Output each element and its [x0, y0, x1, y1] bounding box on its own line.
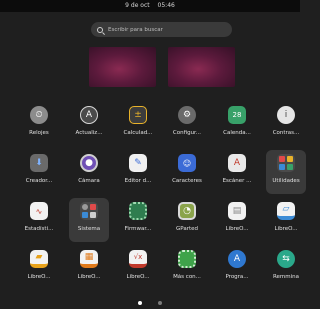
app-gparted[interactable]: ◔ GParted: [167, 202, 207, 233]
app-libreoffice[interactable]: ▤ LibreO...: [217, 202, 257, 233]
app-label: Configur...: [172, 130, 202, 136]
system-folder-icon: [80, 202, 98, 220]
app-label: LibreO...: [27, 274, 51, 280]
page-dot-2[interactable]: [157, 301, 162, 305]
app-libreoffice-impress[interactable]: ▰ LibreO...: [19, 250, 59, 281]
app-escaner[interactable]: A Escáner ...: [217, 154, 257, 185]
app-label: Remmina: [272, 274, 300, 280]
folder-sistema[interactable]: Sistema: [69, 198, 109, 242]
libreoffice-calc-icon: √x: [129, 250, 147, 268]
app-label: Calenda...: [223, 130, 251, 136]
app-label: Progra...: [225, 274, 249, 280]
app-label: Escáner ...: [222, 178, 252, 184]
libreoffice-impress-icon: ▰: [30, 250, 48, 268]
gparted-icon: ◔: [178, 202, 196, 220]
search-field[interactable]: Escribir para buscar: [91, 22, 232, 37]
firmware-chip-icon: [129, 202, 147, 220]
app-calculadora[interactable]: ± Calculad...: [118, 106, 158, 137]
text-editor-icon: ✎: [129, 154, 147, 172]
topbar-time: 05:46: [157, 2, 175, 9]
folder-utilidades[interactable]: Utilidades: [266, 150, 306, 194]
characters-icon: ☺: [178, 154, 196, 172]
search-icon: [97, 26, 103, 33]
app-label: Actualiz...: [75, 130, 103, 136]
app-label: Más con...: [173, 274, 201, 280]
app-contrasenas[interactable]: i Contras...: [266, 106, 306, 137]
app-editor[interactable]: ✎ Editor d...: [118, 154, 158, 185]
app-libreoffice-calc[interactable]: √x LibreO...: [118, 250, 158, 281]
top-bar[interactable]: 9 de oct 05:46: [0, 0, 300, 12]
app-label: GParted: [176, 226, 198, 232]
calculator-icon: ±: [129, 106, 147, 124]
app-libreoffice-math[interactable]: ▦ LibreO...: [69, 250, 109, 281]
app-remmina[interactable]: ⇆ Remmina: [266, 250, 306, 281]
app-mas-controladores[interactable]: Más con...: [167, 250, 207, 281]
app-label: Editor d...: [124, 178, 152, 184]
software-center-icon: A: [228, 250, 246, 268]
app-label: LibreO...: [77, 274, 101, 280]
app-programas[interactable]: A Progra...: [217, 250, 257, 281]
app-label: Utilidades: [272, 178, 300, 184]
app-creador[interactable]: ⬇ Creador...: [19, 154, 59, 185]
app-estadisticas[interactable]: ∿ Estadísti...: [19, 202, 59, 233]
clock-icon: ⏲: [30, 106, 48, 124]
app-label: LibreO...: [126, 274, 150, 280]
remmina-icon: ⇆: [277, 250, 295, 268]
app-actualizador[interactable]: A Actualiz...: [69, 106, 109, 137]
app-label: Contras...: [272, 130, 300, 136]
app-firmware[interactable]: Firmwar...: [118, 202, 158, 233]
workspace-thumbnail-1[interactable]: [89, 47, 156, 87]
app-camara[interactable]: ● Cámara: [69, 154, 109, 185]
calendar-icon: 28: [228, 106, 246, 124]
page-dot-1[interactable]: [138, 301, 143, 305]
search-placeholder: Escribir para buscar: [108, 26, 163, 33]
libreoffice-draw-icon: ▱: [277, 202, 295, 220]
app-configuracion[interactable]: ⚙ Configur...: [167, 106, 207, 137]
topbar-date: 9 de oct: [125, 2, 150, 9]
app-label: Firmwar...: [124, 226, 152, 232]
camera-icon: ●: [80, 154, 98, 172]
app-label: Cámara: [78, 178, 100, 184]
app-relojes[interactable]: ⏲ Relojes: [19, 106, 59, 137]
workspace-thumbnail-2[interactable]: [168, 47, 235, 87]
app-label: Estadísti...: [24, 226, 54, 232]
app-label: Calculad...: [123, 130, 153, 136]
app-label: Caracteres: [172, 178, 202, 184]
app-label: Creador...: [25, 178, 53, 184]
startup-disk-creator-icon: ⬇: [30, 154, 48, 172]
libreoffice-math-icon: ▦: [80, 250, 98, 268]
document-scanner-icon: A: [228, 154, 246, 172]
software-updater-icon: A: [80, 106, 98, 124]
system-monitor-icon: ∿: [30, 202, 48, 220]
app-label: LibreO...: [225, 226, 249, 232]
more-apps-icon: [178, 250, 196, 268]
passwords-keys-icon: i: [277, 106, 295, 124]
utilities-folder-icon: [277, 154, 295, 172]
app-calendario[interactable]: 28 Calenda...: [217, 106, 257, 137]
libreoffice-icon: ▤: [228, 202, 246, 220]
app-libreoffice-draw[interactable]: ▱ LibreO...: [266, 202, 306, 233]
app-caracteres[interactable]: ☺ Caracteres: [167, 154, 207, 185]
app-label: Relojes: [29, 130, 49, 136]
app-label: Sistema: [77, 226, 101, 232]
app-label: LibreO...: [274, 226, 298, 232]
settings-gear-icon: ⚙: [178, 106, 196, 124]
